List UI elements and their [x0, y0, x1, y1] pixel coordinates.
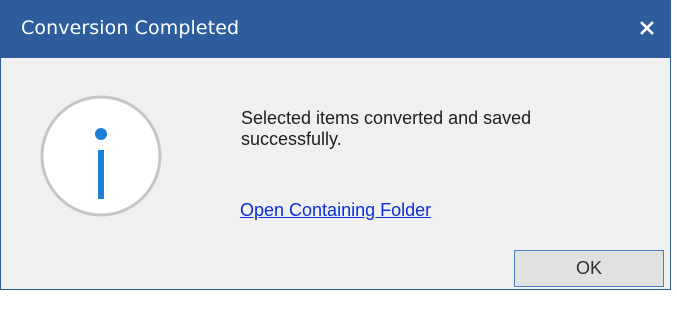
- open-containing-folder-link[interactable]: Open Containing Folder: [240, 200, 431, 221]
- info-icon: [40, 95, 162, 217]
- title-bar: Conversion Completed: [0, 0, 671, 58]
- message-line-1: Selected items converted and saved: [241, 108, 532, 128]
- dialog-title: Conversion Completed: [21, 17, 240, 39]
- ok-button[interactable]: OK: [514, 250, 664, 287]
- message-line-2: successfully.: [241, 129, 342, 149]
- close-button[interactable]: [632, 13, 662, 43]
- conversion-dialog: Conversion Completed Selected items conv…: [0, 0, 671, 290]
- close-icon: [640, 21, 654, 35]
- message-text: Selected items converted and saved succe…: [241, 108, 641, 150]
